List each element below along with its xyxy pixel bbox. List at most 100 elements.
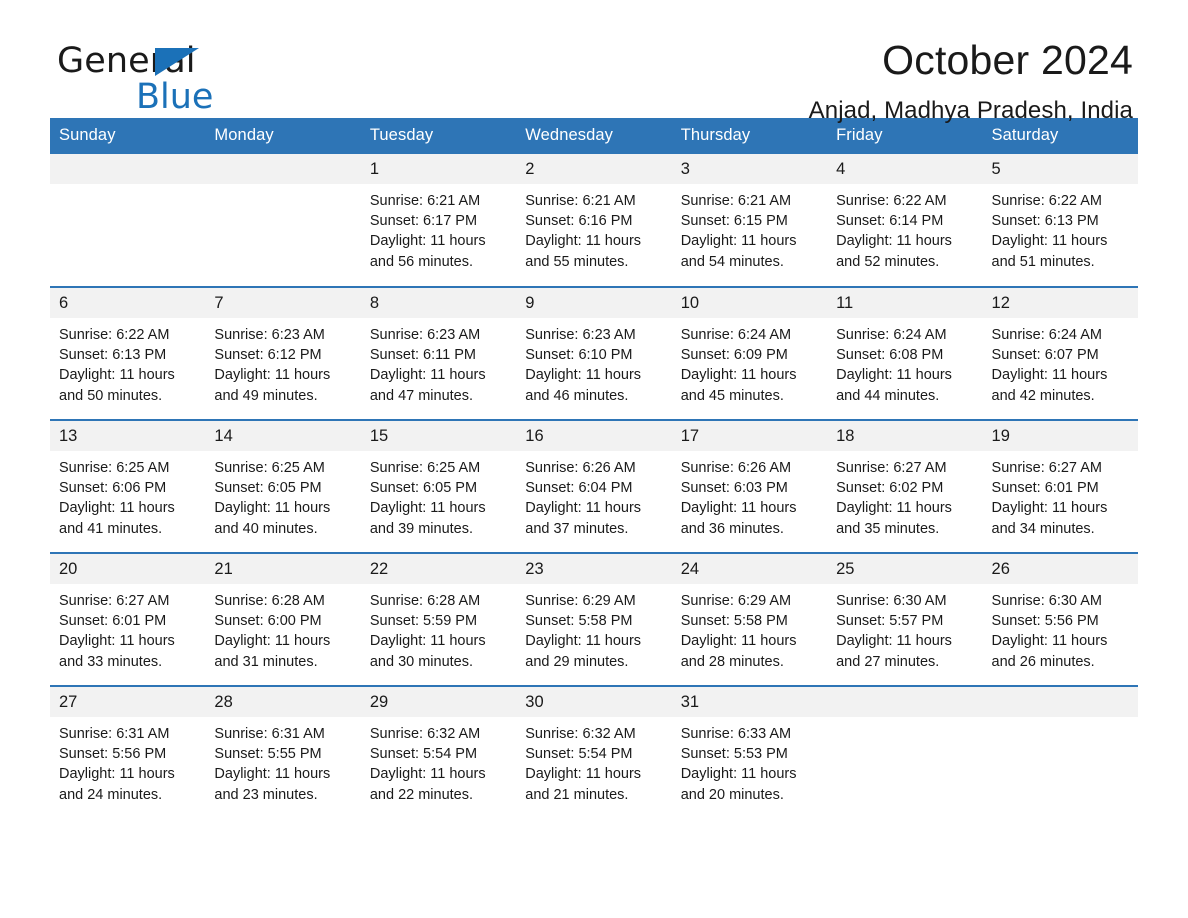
sunrise-text: Sunrise: 6:23 AM [214,327,325,343]
sunset-text: Sunset: 5:54 PM [525,746,633,763]
calendar-day-cell[interactable]: 4 Sunrise: 6:22 AM Sunset: 6:14 PM Daylight… [827,154,983,287]
calendar-day-cell[interactable]: 26 Sunrise: 6:30 AM Sunset: 5:56 PM Dayligh… [982,552,1138,686]
calendar-day-cell[interactable]: 14 Sunrise: 6:25 AM Sunset: 6:05 PM Dayligh… [205,419,361,553]
day-number: 23 [516,554,672,584]
brand-line2: Blue [136,77,214,117]
day-number: 16 [516,421,672,451]
calendar-day-cell[interactable]: 2 Sunrise: 6:21 AM Sunset: 6:16 PM Daylight… [516,154,672,287]
calendar-day-cell[interactable]: 29 Sunrise: 6:32 AM Sunset: 5:54 PM Dayligh… [360,685,517,819]
sunrise-text: Sunrise: 6:25 AM [214,460,325,476]
day-details: Sunrise: 6:22 AM Sunset: 6:14 PM Daylight:… [827,184,982,272]
calendar-body: 1 Sunrise: 6:21 AM Sunset: 6:17 PM Daylight… [50,154,1138,819]
day-number: 6 [50,288,206,318]
day-number: 24 [671,554,828,584]
daylight-text: Daylight: 11 hours and 24 minutes. [59,766,175,803]
sunset-text: Sunset: 6:10 PM [525,347,633,364]
calendar-day-cell[interactable]: 27 Sunrise: 6:31 AM Sunset: 5:56 PM Dayligh… [50,685,206,819]
calendar-day-cell[interactable]: 9 Sunrise: 6:23 AM Sunset: 6:10 PM Daylight… [516,286,672,420]
day-number: 22 [360,554,517,584]
daylight-text: Daylight: 11 hours and 31 minutes. [214,633,331,670]
calendar-day-cell[interactable]: 13 Sunrise: 6:25 AM Sunset: 6:06 PM Dayligh… [50,419,206,553]
calendar-day-cell[interactable]: 19 Sunrise: 6:27 AM Sunset: 6:01 PM Dayligh… [982,419,1138,553]
sunset-text: Sunset: 6:13 PM [991,213,1099,230]
sunrise-text: Sunrise: 6:24 AM [680,327,792,343]
sunrise-text: Sunrise: 6:21 AM [369,193,481,209]
calendar-day-cell[interactable]: 28 Sunrise: 6:31 AM Sunset: 5:55 PM Dayligh… [205,685,361,819]
sunrise-text: Sunrise: 6:27 AM [836,460,947,476]
day-number [205,154,361,184]
day-number: 14 [205,421,361,451]
sunrise-text: Sunrise: 6:31 AM [59,726,170,742]
calendar-empty-cell [827,685,983,819]
daylight-text: Daylight: 11 hours and 21 minutes. [525,766,642,803]
calendar-day-cell[interactable]: 22 Sunrise: 6:28 AM Sunset: 5:59 PM Dayligh… [360,552,517,686]
day-number: 31 [671,687,828,717]
daylight-text: Daylight: 11 hours and 52 minutes. [836,233,952,270]
calendar-day-cell[interactable]: 3 Sunrise: 6:21 AM Sunset: 6:15 PM Daylight… [671,154,828,287]
day-number: 7 [205,288,361,318]
general-blue-logo[interactable]: General Blue [57,44,397,117]
sunset-text: Sunset: 6:03 PM [680,480,788,497]
sunrise-text: Sunrise: 6:22 AM [59,327,170,343]
day-number: 3 [671,154,828,184]
daylight-text: Daylight: 11 hours and 36 minutes. [680,500,797,537]
sunrise-text: Sunrise: 6:27 AM [991,460,1102,476]
sunrise-text: Sunrise: 6:23 AM [369,327,481,343]
calendar-day-cell[interactable]: 21 Sunrise: 6:28 AM Sunset: 6:00 PM Dayligh… [205,552,361,686]
calendar-day-cell[interactable]: 20 Sunrise: 6:27 AM Sunset: 6:01 PM Dayligh… [50,552,206,686]
day-details: Sunrise: 6:24 AM Sunset: 6:09 PM Daylight:… [672,318,827,406]
calendar-week-row: 27 Sunrise: 6:31 AM Sunset: 5:56 PM Dayligh… [50,685,1138,819]
daylight-text: Daylight: 11 hours and 44 minutes. [836,367,952,404]
day-number: 19 [982,421,1138,451]
day-details: Sunrise: 6:31 AM Sunset: 5:55 PM Daylight:… [205,717,360,805]
day-number: 12 [982,288,1138,318]
calendar-day-cell[interactable]: 1 Sunrise: 6:21 AM Sunset: 6:17 PM Daylight… [360,154,517,287]
sunset-text: Sunset: 5:53 PM [680,746,788,763]
calendar-day-cell[interactable]: 8 Sunrise: 6:23 AM Sunset: 6:11 PM Daylight… [360,286,517,420]
calendar-day-cell[interactable]: 15 Sunrise: 6:25 AM Sunset: 6:05 PM Dayligh… [360,419,517,553]
calendar-day-cell[interactable]: 6 Sunrise: 6:22 AM Sunset: 6:13 PM Daylight… [50,286,206,420]
sunrise-text: Sunrise: 6:32 AM [369,726,481,742]
daylight-text: Daylight: 11 hours and 40 minutes. [214,500,331,537]
sunset-text: Sunset: 6:13 PM [59,347,167,364]
day-number: 2 [516,154,672,184]
daylight-text: Daylight: 11 hours and 50 minutes. [59,367,175,404]
sunrise-text: Sunrise: 6:25 AM [369,460,481,476]
day-details: Sunrise: 6:30 AM Sunset: 5:57 PM Daylight:… [827,584,982,672]
daylight-text: Daylight: 11 hours and 20 minutes. [680,766,797,803]
calendar-day-cell[interactable]: 7 Sunrise: 6:23 AM Sunset: 6:12 PM Daylight… [205,286,361,420]
weekday-header-thursday: Thursday [671,118,828,154]
day-details: Sunrise: 6:21 AM Sunset: 6:16 PM Daylight:… [516,184,671,272]
calendar-day-cell[interactable]: 12 Sunrise: 6:24 AM Sunset: 6:07 PM Dayligh… [982,286,1138,420]
calendar-day-cell[interactable]: 11 Sunrise: 6:24 AM Sunset: 6:08 PM Dayligh… [827,286,983,420]
sunset-text: Sunset: 5:59 PM [369,613,478,630]
calendar-day-cell[interactable]: 16 Sunrise: 6:26 AM Sunset: 6:04 PM Dayligh… [516,419,672,553]
calendar-day-cell[interactable]: 18 Sunrise: 6:27 AM Sunset: 6:02 PM Dayligh… [827,419,983,553]
sunrise-text: Sunrise: 6:28 AM [214,593,325,609]
calendar-day-cell[interactable]: 10 Sunrise: 6:24 AM Sunset: 6:09 PM Dayligh… [671,286,828,420]
sunset-text: Sunset: 6:08 PM [836,347,944,364]
calendar-day-cell[interactable]: 31 Sunrise: 6:33 AM Sunset: 5:53 PM Dayligh… [671,685,828,819]
calendar-empty-cell [982,685,1138,819]
sunrise-text: Sunrise: 6:26 AM [525,460,636,476]
day-number: 29 [360,687,517,717]
calendar-day-cell[interactable]: 25 Sunrise: 6:30 AM Sunset: 5:57 PM Dayligh… [827,552,983,686]
day-details: Sunrise: 6:25 AM Sunset: 6:06 PM Daylight:… [50,451,205,539]
day-details: Sunrise: 6:28 AM Sunset: 5:59 PM Daylight:… [361,584,516,672]
day-number: 26 [982,554,1138,584]
calendar-day-cell[interactable]: 5 Sunrise: 6:22 AM Sunset: 6:13 PM Daylight… [982,154,1138,287]
day-number: 9 [516,288,672,318]
calendar-day-cell[interactable]: 23 Sunrise: 6:29 AM Sunset: 5:58 PM Dayligh… [516,552,672,686]
daylight-text: Daylight: 11 hours and 35 minutes. [836,500,952,537]
daylight-text: Daylight: 11 hours and 42 minutes. [991,367,1108,404]
sunset-text: Sunset: 6:01 PM [991,480,1099,497]
day-details: Sunrise: 6:30 AM Sunset: 5:56 PM Daylight:… [983,584,1138,672]
calendar-day-cell[interactable]: 17 Sunrise: 6:26 AM Sunset: 6:03 PM Dayligh… [671,419,828,553]
day-details: Sunrise: 6:24 AM Sunset: 6:07 PM Daylight:… [983,318,1138,406]
calendar-day-cell[interactable]: 24 Sunrise: 6:29 AM Sunset: 5:58 PM Dayligh… [671,552,828,686]
calendar-day-cell[interactable]: 30 Sunrise: 6:32 AM Sunset: 5:54 PM Dayligh… [516,685,672,819]
sunrise-text: Sunrise: 6:33 AM [680,726,792,742]
daylight-text: Daylight: 11 hours and 51 minutes. [991,233,1108,270]
day-number: 4 [827,154,983,184]
day-number [827,687,983,717]
